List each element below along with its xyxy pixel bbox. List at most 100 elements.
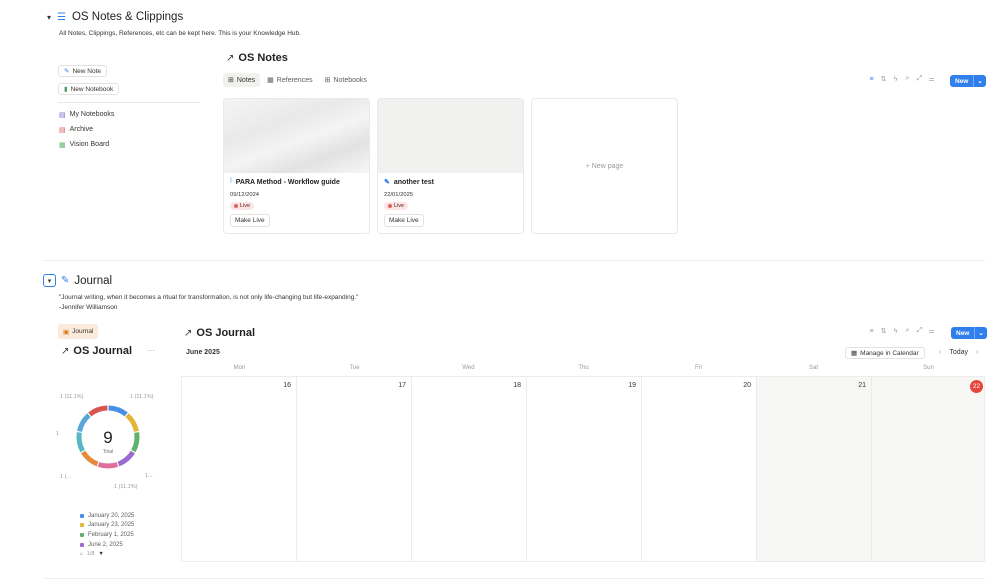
status-text: Live [394,203,405,209]
journal-new-button[interactable]: New ⌄ [951,327,987,339]
pager-down-icon[interactable]: ▼ [98,551,103,557]
weekday-label: Wed [462,365,475,371]
tab-references-label: References [276,76,313,84]
tab-references[interactable]: ▦ References [262,73,317,87]
legend-swatch [80,513,84,518]
status-text: Live [240,203,251,209]
note-card[interactable]: ⫶ PARA Method - Workflow guide 09/12/202… [223,98,370,234]
os-notes-header: ↗ OS Notes [226,52,288,64]
tab-notes[interactable]: ⊞ Notes [223,73,261,87]
make-live-button[interactable]: Make Live [230,214,270,227]
archive-icon: ▤ [59,126,66,134]
tab-notebooks[interactable]: ⊞ Notebooks [320,73,372,87]
journal-quote-author: -Jennifer Williamson [59,304,118,311]
notes-new-button[interactable]: New ⌄ [950,75,986,87]
journal-section-header: ▾ ✎ Journal [43,274,112,287]
calendar-day-cell[interactable]: 21 [757,376,872,562]
journal-button[interactable]: ▣ Journal [58,324,99,339]
donut-slice[interactable] [81,450,99,467]
sliders-icon: ⫶ [230,178,232,185]
journal-toggle[interactable]: ▾ [43,274,56,287]
slice-label: 1 (... [60,474,71,480]
calendar-day-cell[interactable]: 16 [181,376,297,562]
donut-slice[interactable] [125,413,139,433]
card-date: 22/01/2025 [384,192,414,198]
donut-slice[interactable] [77,413,91,433]
donut-slice[interactable] [117,450,135,467]
os-journal-title[interactable]: OS Journal [196,327,255,339]
filter-icon[interactable]: ≡ [866,76,877,83]
archive-link[interactable]: ▤ Archive [59,122,114,137]
donut-total-value: 9 [103,428,112,447]
slice-label: 1 (11.1%) [60,394,84,400]
notebook-icon: ▮ [64,86,68,93]
search-icon[interactable]: ⌕ [902,327,913,335]
settings-icon[interactable]: ⚌ [926,75,937,83]
notes-side-links: ▤ My Notebooks ▤ Archive ▦ Vision Board [59,107,114,152]
calendar-day-cell[interactable]: 18 [412,376,527,562]
donut-slice[interactable] [108,405,128,417]
side-journal-header: ↗ OS Journal [61,345,132,357]
new-page-card[interactable]: + New page [531,98,678,234]
legend-item[interactable]: June 2, 2025 [80,540,134,550]
notes-section-header: ▾ ☰ OS Notes & Clippings [47,11,183,23]
expand-icon[interactable]: ⤢ [914,75,925,83]
calendar-day-cell[interactable]: 22 [872,376,985,562]
legend-swatch [80,523,84,528]
manage-calendar-label: Manage in Calendar [860,349,919,357]
sort-icon[interactable]: ⇅ [878,75,889,83]
chevron-down-icon[interactable]: ⌄ [974,77,985,85]
today-button[interactable]: Today [949,349,968,356]
notebooks-icon: ▤ [59,111,66,119]
notes-toggle[interactable]: ▾ [47,13,51,22]
legend-item[interactable]: January 23, 2025 [80,521,134,531]
calendar-day-cell[interactable]: 20 [642,376,757,562]
manage-calendar-button[interactable]: ▦ Manage in Calendar [845,347,925,359]
archive-label: Archive [69,126,93,133]
arrow-link-icon: ↗ [61,345,70,357]
sort-icon[interactable]: ⇅ [878,327,889,335]
legend-item[interactable]: January 20, 2025 [80,511,134,521]
notes-section-title: OS Notes & Clippings [71,11,184,23]
note-card[interactable]: ✎ another test 22/01/2025 Live Make Live [377,98,524,234]
my-notebooks-label: My Notebooks [69,111,115,118]
donut-slice[interactable] [88,405,108,417]
status-badge: Live [384,202,409,210]
day-number: 21 [858,382,866,389]
legend-item[interactable]: February 1, 2025 [80,530,134,540]
search-icon[interactable]: ⌕ [902,75,913,83]
chevron-right-icon[interactable]: › [976,349,978,356]
donut-slice[interactable] [76,432,85,453]
vision-board-link[interactable]: ▦ Vision Board [59,137,114,152]
donut-slice[interactable] [131,432,140,453]
my-notebooks-link[interactable]: ▤ My Notebooks [59,107,114,122]
calendar-day-cell[interactable]: 17 [297,376,412,562]
card-title: ✎ another test [384,178,517,187]
chart-legend: January 20, 2025 January 23, 2025 Februa… [80,511,134,559]
pencil-icon: ✎ [64,68,70,75]
automation-icon[interactable]: ϟ [890,328,901,335]
vision-board-label: Vision Board [69,141,110,148]
new-notebook-label: New Notebook [70,85,114,93]
new-note-button[interactable]: ✎ New Note [58,65,107,77]
legend-label: January 23, 2025 [88,522,135,529]
more-icon[interactable]: ··· [147,346,155,355]
section-divider [43,260,985,261]
donut-slice[interactable] [97,462,119,469]
pager-up-icon[interactable]: ▵ [80,551,83,557]
new-page-label: + New page [585,162,624,170]
expand-icon[interactable]: ⤢ [914,327,925,335]
settings-icon[interactable]: ⚌ [926,327,937,335]
side-journal-title[interactable]: OS Journal [73,345,132,357]
filter-icon[interactable]: ≡ [866,328,877,335]
legend-label: January 20, 2025 [88,512,135,519]
chevron-left-icon[interactable]: ‹ [939,349,941,356]
calendar-day-cell[interactable]: 19 [527,376,642,562]
os-notes-title[interactable]: OS Notes [238,52,288,64]
automation-icon[interactable]: ϟ [890,76,901,83]
weekday-label: Mon [233,365,246,371]
side-divider [58,102,200,103]
make-live-button[interactable]: Make Live [384,214,424,227]
new-notebook-button[interactable]: ▮ New Notebook [58,83,120,95]
chevron-down-icon[interactable]: ⌄ [975,329,986,337]
